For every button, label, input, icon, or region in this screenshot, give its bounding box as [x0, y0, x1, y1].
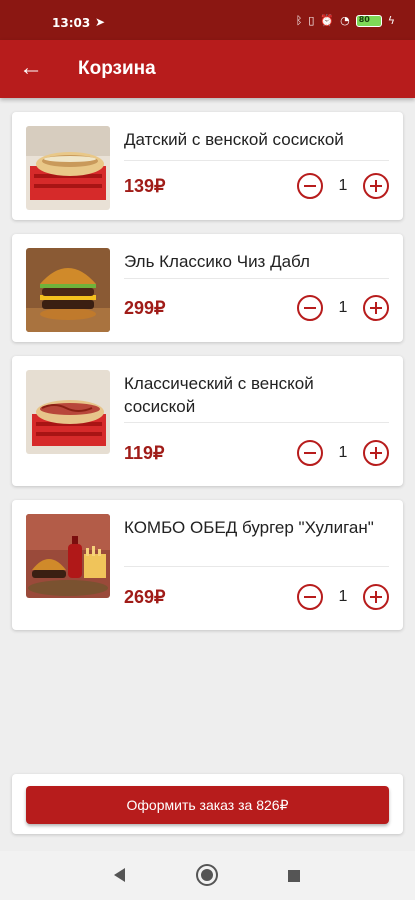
alarm-off-icon: ⏰ — [320, 14, 335, 27]
cart-item: Классический с венской сосиской 119₽ 1 — [12, 356, 403, 486]
product-price: 119₽ — [124, 443, 165, 463]
product-name: Датский с венской сосиской — [124, 130, 344, 149]
status-bar: 13:03 ➤ ᛒ ▯ ⏰ ◔ 80 ϟ — [0, 0, 415, 40]
minus-icon[interactable] — [297, 173, 323, 199]
charging-icon: ϟ — [387, 14, 395, 27]
nav-back-icon[interactable] — [114, 868, 125, 882]
checkout-panel: Оформить заказ за 826₽ — [12, 774, 403, 834]
vibrate-icon: ▯ — [308, 14, 315, 27]
app-bar: ← Корзина — [0, 40, 415, 98]
wifi-icon: ◔ — [340, 14, 350, 27]
product-name: Эль Классико Чиз Дабл — [124, 252, 310, 271]
status-icons: ᛒ ▯ ⏰ ◔ 80 ϟ — [296, 14, 395, 27]
minus-icon[interactable] — [297, 295, 323, 321]
quantity-value: 1 — [338, 177, 348, 194]
telegram-icon: ➤ — [95, 15, 106, 29]
product-price: 139₽ — [124, 176, 166, 196]
plus-icon[interactable] — [363, 584, 389, 610]
nav-recents-icon[interactable] — [288, 870, 300, 882]
system-nav-bar — [0, 851, 415, 900]
nav-home-icon[interactable] — [198, 866, 216, 884]
product-image — [26, 126, 110, 210]
quantity-value: 1 — [338, 588, 348, 605]
quantity-stepper: 1 — [297, 295, 389, 321]
plus-icon[interactable] — [363, 295, 389, 321]
quantity-value: 1 — [338, 444, 348, 461]
status-time: 13:03 — [52, 16, 91, 30]
product-name: Классический с венской сосиской — [124, 374, 314, 416]
quantity-stepper: 1 — [297, 584, 389, 610]
bluetooth-icon: ᛒ — [295, 14, 303, 27]
product-image — [26, 248, 110, 332]
product-price: 299₽ — [124, 298, 166, 318]
product-image — [26, 370, 110, 454]
minus-icon[interactable] — [297, 440, 323, 466]
quantity-stepper: 1 — [297, 440, 389, 466]
divider — [124, 566, 389, 567]
plus-icon[interactable] — [363, 440, 389, 466]
quantity-stepper: 1 — [297, 173, 389, 199]
cart-item: Эль Классико Чиз Дабл 299₽ 1 — [12, 234, 403, 342]
checkout-button[interactable]: Оформить заказ за 826₽ — [26, 786, 389, 824]
quantity-value: 1 — [338, 299, 348, 316]
product-name: КОМБО ОБЕД бургер "Хулиган" — [124, 518, 374, 537]
arrow-left-icon[interactable]: ← — [14, 52, 48, 86]
divider — [124, 422, 389, 423]
plus-icon[interactable] — [363, 173, 389, 199]
cart-item: Датский с венской сосиской 139₽ 1 — [12, 112, 403, 220]
divider — [124, 160, 389, 161]
product-price: 269₽ — [124, 587, 166, 607]
battery-icon: 80 — [355, 14, 382, 27]
cart-item: КОМБО ОБЕД бургер "Хулиган" 269₽ 1 — [12, 500, 403, 630]
page-title: Корзина — [78, 58, 156, 79]
divider — [124, 278, 389, 279]
minus-icon[interactable] — [297, 584, 323, 610]
product-image — [26, 514, 110, 598]
